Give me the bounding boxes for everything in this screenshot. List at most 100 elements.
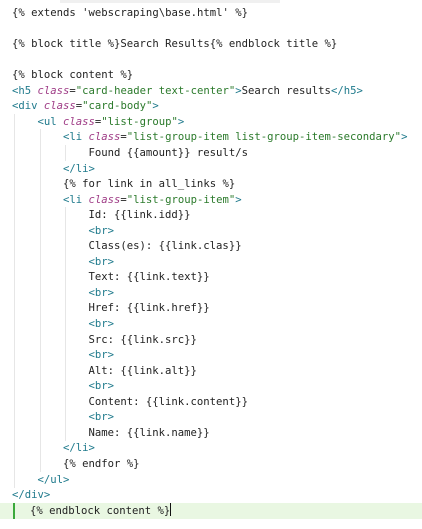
token-plain: Name: {{link.name}} xyxy=(88,426,210,439)
indent-guide xyxy=(39,284,41,301)
token-str: "list-group-item" xyxy=(126,193,236,206)
indent-guide xyxy=(39,207,41,224)
code-line[interactable]: <h5 class="card-header text-center">Sear… xyxy=(0,83,422,99)
code-line[interactable]: <br> xyxy=(0,316,422,332)
code-text: Content: {{link.content}} xyxy=(89,394,248,410)
token-plain: Class(es): {{link.clas}} xyxy=(88,240,242,253)
token-tag: > xyxy=(177,115,185,128)
indent-guide xyxy=(14,222,15,239)
code-text: Name: {{link.name}} xyxy=(89,425,210,441)
indent-guide xyxy=(65,144,66,161)
code-line[interactable]: <br> xyxy=(0,347,422,364)
indent-guide xyxy=(39,129,41,146)
indent-guide xyxy=(14,455,15,472)
code-line[interactable]: Href: {{link.href}} xyxy=(0,300,422,317)
token-plain: {% for link in all_links %} xyxy=(63,178,236,191)
code-line[interactable]: Class(es): {{link.clas}} xyxy=(0,238,422,255)
code-text: <br> xyxy=(89,378,115,394)
code-text: <br> xyxy=(89,316,115,332)
indent-guide xyxy=(14,207,15,224)
token-tag: </li> xyxy=(63,442,95,455)
code-line[interactable]: Found {{amount}} result/s xyxy=(0,144,422,161)
indent-guide xyxy=(14,424,15,441)
code-line[interactable]: <br> xyxy=(0,378,422,395)
code-line[interactable]: {% block title %}Search Results{% endblo… xyxy=(0,36,422,52)
indent-guide xyxy=(65,424,66,441)
token-tag: <br> xyxy=(88,380,115,393)
code-line[interactable]: {% endfor %} xyxy=(0,455,422,472)
code-text: <h5 class="card-header text-center">Sear… xyxy=(12,83,363,99)
indent-guide xyxy=(14,144,15,161)
token-attr: class xyxy=(88,131,121,144)
code-line[interactable]: {% extends 'webscraping\base.html' %} xyxy=(0,5,422,21)
token-tag: <br> xyxy=(88,318,115,330)
code-text: {% for link in all_links %} xyxy=(63,176,235,192)
code-line[interactable] xyxy=(0,52,422,68)
code-line[interactable]: Id: {{link.idd}} xyxy=(0,207,422,224)
code-line[interactable]: Alt: {{link.alt}} xyxy=(0,362,422,379)
token-tag: <ul xyxy=(37,115,64,128)
code-line[interactable]: <li class="list-group-item"> xyxy=(0,191,422,208)
code-line[interactable]: </li> xyxy=(0,440,422,457)
indent-guide xyxy=(39,222,41,239)
token-tag: > xyxy=(401,131,408,144)
indent-guide xyxy=(65,222,66,239)
code-text: <br> xyxy=(89,223,115,239)
indent-guide xyxy=(65,253,66,270)
code-line[interactable]: <div class="card-body"> xyxy=(0,98,422,114)
code-line[interactable]: <br> xyxy=(0,222,422,239)
current-line-marker xyxy=(13,502,15,519)
token-tag: </li> xyxy=(63,162,95,175)
code-line[interactable]: {% block content %} xyxy=(0,67,422,83)
indent-guide xyxy=(39,191,41,208)
indent-guide xyxy=(39,253,41,270)
code-line[interactable]: <br> xyxy=(0,409,422,426)
code-line[interactable]: <br> xyxy=(0,284,422,301)
indent-guide xyxy=(65,362,66,379)
scrolled-line-fragment xyxy=(0,0,422,3)
token-tag: <div xyxy=(12,100,44,113)
token-tag: <br> xyxy=(88,224,115,237)
code-text: {% block content %} xyxy=(12,67,133,83)
token-tag: <br> xyxy=(88,411,115,424)
text-cursor xyxy=(170,502,172,516)
indent-guide xyxy=(14,113,15,130)
code-line[interactable]: </li> xyxy=(0,160,422,177)
token-tag: <li xyxy=(63,131,89,144)
indent-guide xyxy=(39,424,41,441)
code-line[interactable]: <li class="list-group-item list-group-it… xyxy=(0,129,422,146)
code-text: Class(es): {{link.clas}} xyxy=(89,238,242,254)
code-line[interactable]: Name: {{link.name}} xyxy=(0,424,422,441)
code-line[interactable]: Src: {{link.src}} xyxy=(0,331,422,348)
indent-guide xyxy=(14,300,15,317)
token-plain: {% block title %}Search Results{% endblo… xyxy=(12,38,338,51)
token-tag: </div> xyxy=(12,489,51,502)
code-line[interactable] xyxy=(0,21,422,37)
token-str: "list-group" xyxy=(101,115,178,128)
token-plain: Search results xyxy=(241,84,331,97)
indent-guide xyxy=(14,316,15,332)
indent-guide xyxy=(14,238,15,255)
code-line[interactable]: Content: {{link.content}} xyxy=(0,393,422,410)
token-plain: Src: {{link.src}} xyxy=(88,333,197,346)
indent-guide xyxy=(39,176,41,193)
code-text: <li class="list-group-item"> xyxy=(63,192,242,208)
code-editor[interactable]: {% extends 'webscraping\base.html' %} {% … xyxy=(0,0,422,529)
code-line[interactable]: </div> xyxy=(0,487,422,503)
indent-guide xyxy=(65,331,66,348)
code-line[interactable]: </ul> xyxy=(0,471,422,488)
indent-guide xyxy=(65,347,66,364)
code-text: <br> xyxy=(89,285,115,301)
indent-guide xyxy=(39,269,41,286)
token-plain: {% block content %} xyxy=(12,69,134,82)
code-line[interactable]: {% endblock content %} xyxy=(0,502,422,519)
code-line[interactable]: {% for link in all_links %} xyxy=(0,176,422,193)
code-line[interactable]: Text: {{link.text}} xyxy=(0,269,422,286)
indent-guide xyxy=(65,269,66,286)
code-line[interactable]: <br> xyxy=(0,253,422,270)
indent-guide xyxy=(65,409,66,426)
indent-guide xyxy=(14,378,15,395)
indent-guide xyxy=(14,160,15,177)
code-line[interactable]: <ul class="list-group"> xyxy=(0,113,422,130)
code-text: <div class="card-body"> xyxy=(12,98,159,114)
